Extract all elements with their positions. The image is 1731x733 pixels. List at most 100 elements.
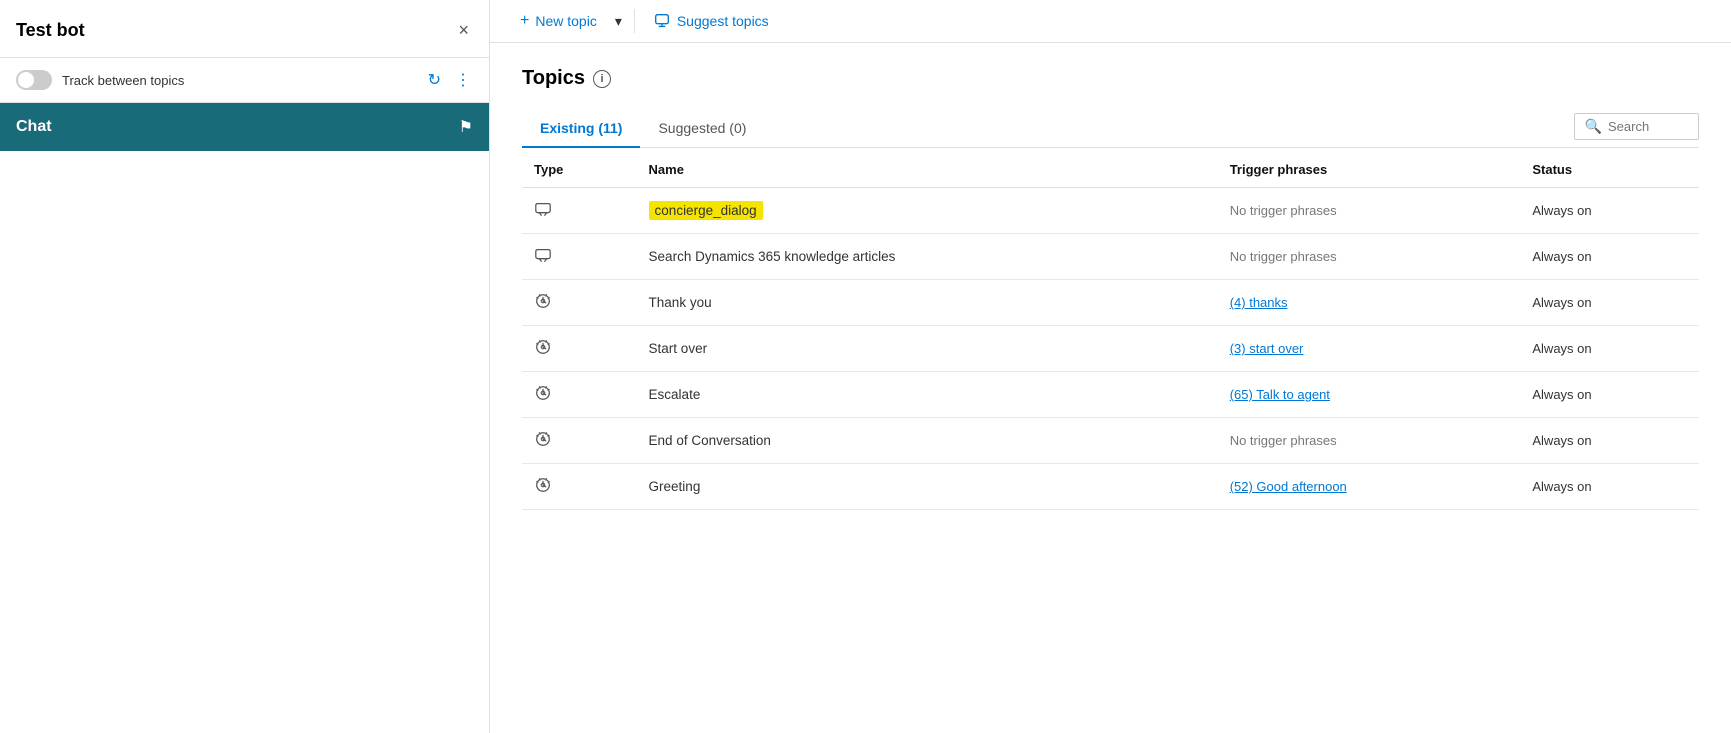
table-row: End of Conversation No trigger phrases Alw… [522,418,1699,464]
right-panel: + New topic ▾ Suggest topics Topics i [490,0,1731,733]
trigger-none: No trigger phrases [1230,203,1337,218]
dialog-icon [534,246,552,264]
name-cell: Greeting [637,464,1218,510]
status-cell: Always on [1520,188,1699,234]
track-row: Track between topics ↻ ⋮ [0,58,489,103]
table-row: Start over (3) start over Always on [522,326,1699,372]
name-cell: Start over [637,326,1218,372]
toolbar-divider [634,9,635,33]
trigger-none: No trigger phrases [1230,249,1337,264]
table-row: concierge_dialog No trigger phrases Always… [522,188,1699,234]
chevron-down-icon: ▾ [615,13,622,30]
new-topic-label: New topic [535,13,596,29]
trigger-cell: (52) Good afternoon [1218,464,1521,510]
name-cell[interactable]: concierge_dialog [637,188,1218,234]
search-input[interactable] [1608,119,1688,134]
more-options-button[interactable]: ⋮ [453,68,473,92]
status-cell: Always on [1520,234,1699,280]
table-row: Greeting (52) Good afternoon Always on [522,464,1699,510]
refresh-button[interactable]: ↻ [426,68,443,92]
status-cell: Always on [1520,464,1699,510]
dropdown-button[interactable]: ▾ [611,7,626,36]
top-toolbar: + New topic ▾ Suggest topics [490,0,1731,43]
status-badge: Always on [1532,295,1591,310]
dialog-icon [534,200,552,218]
track-icons: ↻ ⋮ [426,68,473,92]
highlighted-name: concierge_dialog [649,201,763,220]
system-icon [534,476,552,494]
col-status: Status [1520,148,1699,188]
name-cell: End of Conversation [637,418,1218,464]
status-cell: Always on [1520,418,1699,464]
name-cell: Escalate [637,372,1218,418]
suggest-topics-label: Suggest topics [677,13,769,29]
status-badge: Always on [1532,387,1591,402]
type-cell [522,464,637,510]
status-cell: Always on [1520,372,1699,418]
status-cell: Always on [1520,326,1699,372]
trigger-cell: (3) start over [1218,326,1521,372]
trigger-cell: (65) Talk to agent [1218,372,1521,418]
refresh-icon: ↻ [428,72,441,89]
suggest-icon [653,12,671,30]
table-row: Search Dynamics 365 knowledge articles No… [522,234,1699,280]
trigger-cell: (4) thanks [1218,280,1521,326]
name-cell: Thank you [637,280,1218,326]
col-name: Name [637,148,1218,188]
trigger-link[interactable]: (3) start over [1230,341,1304,356]
bot-title: Test bot [16,20,85,41]
flag-icon: ⚑ [459,117,473,137]
track-toggle[interactable] [16,70,52,90]
system-icon [534,338,552,356]
trigger-link[interactable]: (4) thanks [1230,295,1288,310]
type-cell [522,234,637,280]
trigger-cell: No trigger phrases [1218,234,1521,280]
more-icon: ⋮ [455,72,471,89]
suggest-topics-button[interactable]: Suggest topics [643,6,779,36]
system-icon [534,430,552,448]
chat-title: Chat [16,118,52,136]
type-cell [522,188,637,234]
tab-suggested[interactable]: Suggested (0) [640,110,764,148]
col-trigger: Trigger phrases [1218,148,1521,188]
topics-heading: Topics i [522,67,1699,90]
new-topic-button[interactable]: + New topic [510,6,607,36]
track-label: Track between topics [62,73,416,88]
type-cell [522,326,637,372]
chat-header: Chat ⚑ [0,103,489,151]
table-row: Thank you (4) thanks Always on [522,280,1699,326]
plus-icon: + [520,12,529,30]
table-header-row: Type Name Trigger phrases Status [522,148,1699,188]
status-cell: Always on [1520,280,1699,326]
status-badge: Always on [1532,203,1591,218]
search-icon: 🔍 [1585,118,1602,135]
tabs-left: Existing (11) Suggested (0) [522,110,764,147]
left-header: Test bot × [0,0,489,58]
trigger-cell: No trigger phrases [1218,188,1521,234]
type-cell [522,280,637,326]
topics-table: Type Name Trigger phrases Status concier… [522,148,1699,510]
left-panel: Test bot × Track between topics ↻ ⋮ Chat… [0,0,490,733]
status-badge: Always on [1532,433,1591,448]
name-cell: Search Dynamics 365 knowledge articles [637,234,1218,280]
col-type: Type [522,148,637,188]
status-badge: Always on [1532,249,1591,264]
search-box: 🔍 [1574,113,1699,140]
system-icon [534,384,552,402]
tab-existing[interactable]: Existing (11) [522,110,640,148]
close-button[interactable]: × [454,16,473,45]
topics-section: Topics i Existing (11) Suggested (0) 🔍 T… [490,43,1731,733]
trigger-none: No trigger phrases [1230,433,1337,448]
status-badge: Always on [1532,341,1591,356]
info-icon[interactable]: i [593,70,611,88]
table-row: Escalate (65) Talk to agent Always on [522,372,1699,418]
type-cell [522,418,637,464]
tabs-row: Existing (11) Suggested (0) 🔍 [522,110,1699,148]
trigger-link[interactable]: (65) Talk to agent [1230,387,1330,402]
topics-title: Topics [522,67,585,90]
status-badge: Always on [1532,479,1591,494]
trigger-link[interactable]: (52) Good afternoon [1230,479,1347,494]
system-icon [534,292,552,310]
trigger-cell: No trigger phrases [1218,418,1521,464]
type-cell [522,372,637,418]
